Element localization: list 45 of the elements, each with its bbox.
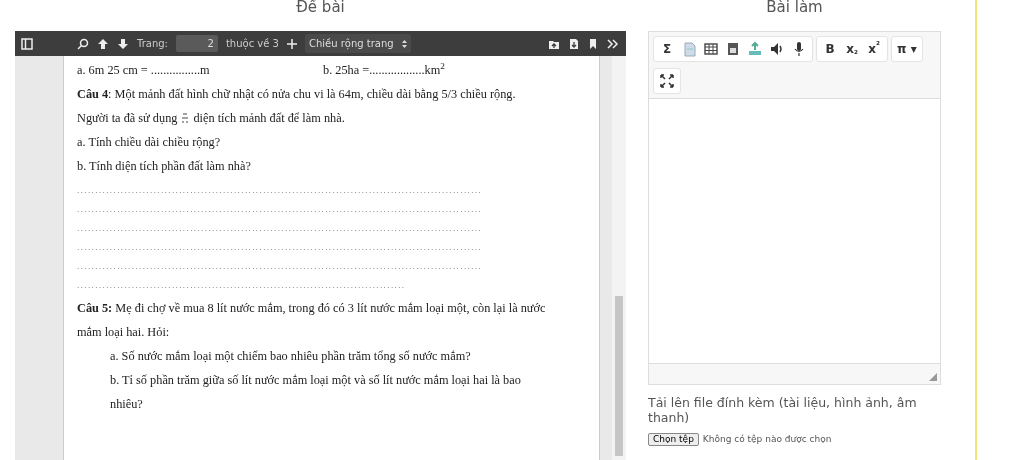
table-icon[interactable] xyxy=(703,41,719,57)
expand-icon[interactable] xyxy=(659,73,675,89)
upload-icon[interactable] xyxy=(747,41,763,57)
panel-title: Bài làm xyxy=(765,0,824,18)
question-text: a. Tính chiều dài chiều rộng? xyxy=(77,134,222,151)
bookmark-icon[interactable] xyxy=(588,37,598,50)
question-text: Câu 5: Mẹ đi chợ về mua 8 lít nước mắm, trong đó có 3 lít nước mắm loại một, còn lại là nước mắm loại hai. Hỏi: xyxy=(77,300,547,341)
toolbar-button[interactable]: x$_{₂}$ xyxy=(841,38,863,60)
search-icon[interactable] xyxy=(77,37,89,50)
sidebar-toggle-icon[interactable] xyxy=(21,37,33,50)
question-text: diện tích mảnh đất để làm nhà. xyxy=(193,110,345,127)
speaker-icon[interactable] xyxy=(769,41,785,57)
upload-label: Tải lên file đính kèm (tài liệu, hình ảnh, âm thanh) xyxy=(648,395,918,425)
choose-file-button[interactable]: Chọn tệp xyxy=(648,433,699,447)
plus-icon[interactable] xyxy=(286,38,297,49)
file-status: Không có tệp nào được chọn xyxy=(702,433,832,446)
toolbar-button[interactable]: B xyxy=(819,38,841,60)
question-text: Người ta đã sử dụng xyxy=(77,110,178,127)
double-chevron-icon[interactable] xyxy=(606,37,620,50)
zoom-select[interactable]: Chiều rộng trang xyxy=(304,34,411,53)
toolbar-button[interactable]: Σ xyxy=(656,38,678,60)
question-text: a. 6m 25 cm = ................m xyxy=(77,62,211,79)
resize-grip-icon[interactable] xyxy=(929,373,937,381)
answer-dotted-line: ............................................................................................................... xyxy=(77,203,484,216)
caret-icon xyxy=(401,39,407,48)
toolbar-button[interactable]: x$^{²}$ xyxy=(863,38,885,60)
fraction-drawing xyxy=(181,112,190,124)
down-arrow-icon[interactable] xyxy=(117,37,129,50)
answer-dotted-line: ............................................................................................................... xyxy=(77,184,484,197)
question-text: b. Tỉ số phần trăm giữa số lít nước mắm loại một và số lít nước mắm loại hai là bao nhiêu? xyxy=(109,372,522,413)
answer-dotted-line: ............................................................................................................... xyxy=(77,260,484,273)
question-text: b. 25ha =..................km$^{2}$ xyxy=(323,60,445,79)
answer-dotted-line: ............................................................................................................... xyxy=(77,222,484,235)
question-text: b. Tính diện tích phần đất làm nhà? xyxy=(77,158,252,175)
page-number-field[interactable]: 2 xyxy=(175,35,218,52)
page-total: thuộc về 3 xyxy=(225,37,279,51)
up-arrow-icon[interactable] xyxy=(97,37,109,50)
question-text: Câu 4: Một mảnh đất hình chữ nhật có nửa chu vi là 64m, chiều dài bằng 5/3 chiều rộng. xyxy=(77,86,517,103)
question-text: a. Số nước mắm loại một chiếm bao nhiêu phần trăm tổng số nước mắm? xyxy=(109,348,472,365)
scrollbar[interactable] xyxy=(612,56,626,460)
panel-title: Đề bài xyxy=(295,0,346,18)
page-label: Trang: xyxy=(137,37,168,51)
answer-dotted-line: ............................................................................................................... xyxy=(77,241,484,254)
download-icon[interactable] xyxy=(568,37,580,50)
answer-dotted-line: .......................................................................................... xyxy=(77,279,407,292)
